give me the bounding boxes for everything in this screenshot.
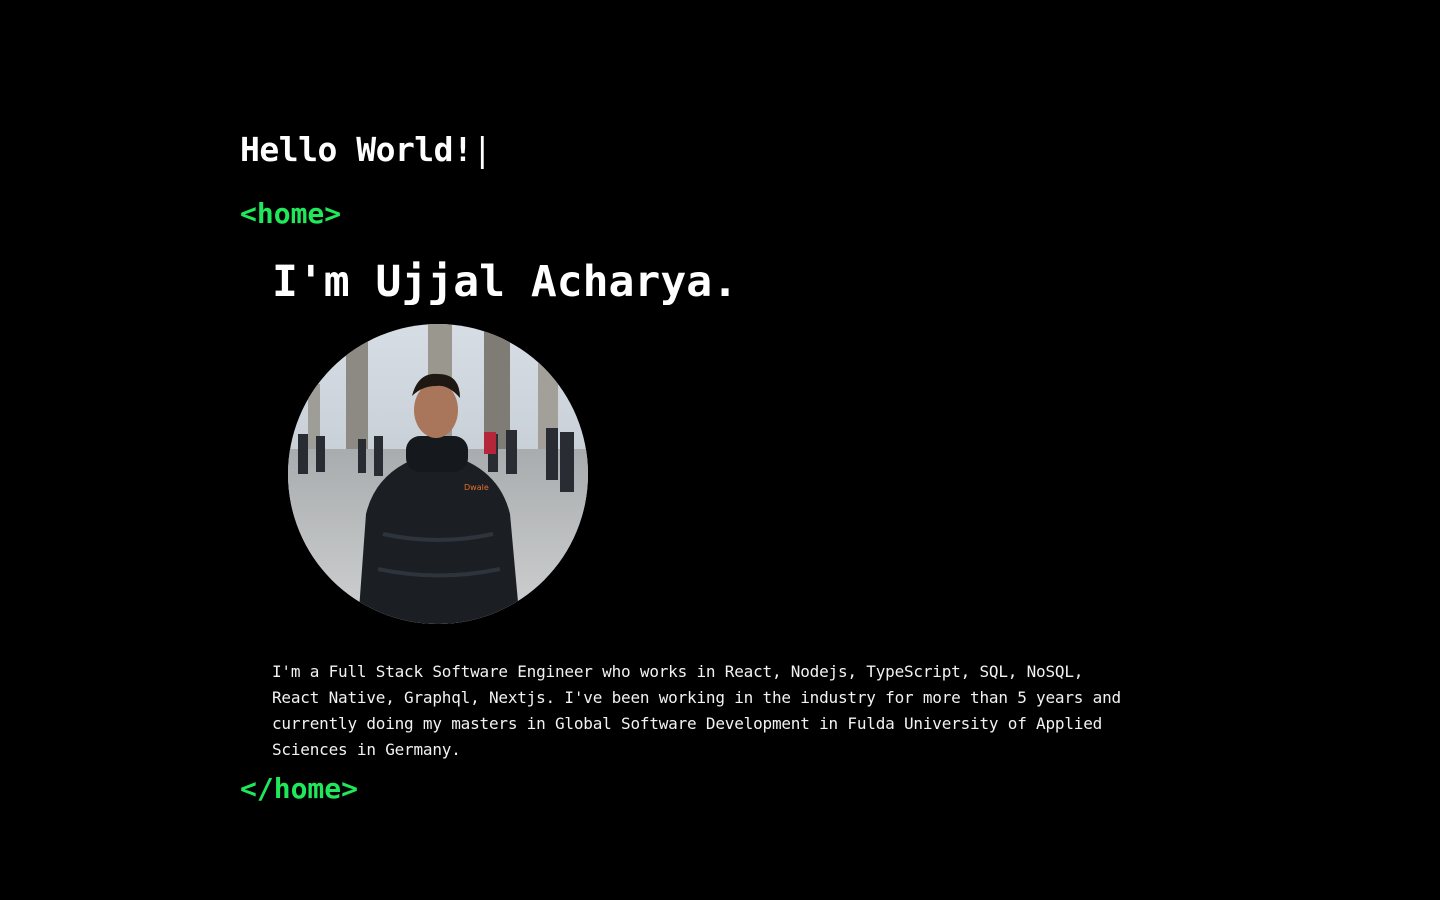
page-title: I'm Ujjal Acharya. — [272, 257, 738, 307]
typing-cursor: | — [472, 130, 492, 169]
hello-world-heading: Hello World!| — [240, 128, 492, 172]
hello-world-text: Hello World! — [240, 130, 473, 169]
profile-photo: Dwale — [288, 324, 588, 624]
bio-paragraph: I'm a Full Stack Software Engineer who w… — [272, 662, 1121, 759]
portfolio-home-page: Hello World!| <home> I'm Ujjal Acharya. — [0, 0, 1440, 900]
home-open-tag: <home> — [240, 197, 342, 230]
home-close-tag: </home> — [240, 772, 359, 805]
svg-text:Dwale: Dwale — [464, 483, 489, 492]
